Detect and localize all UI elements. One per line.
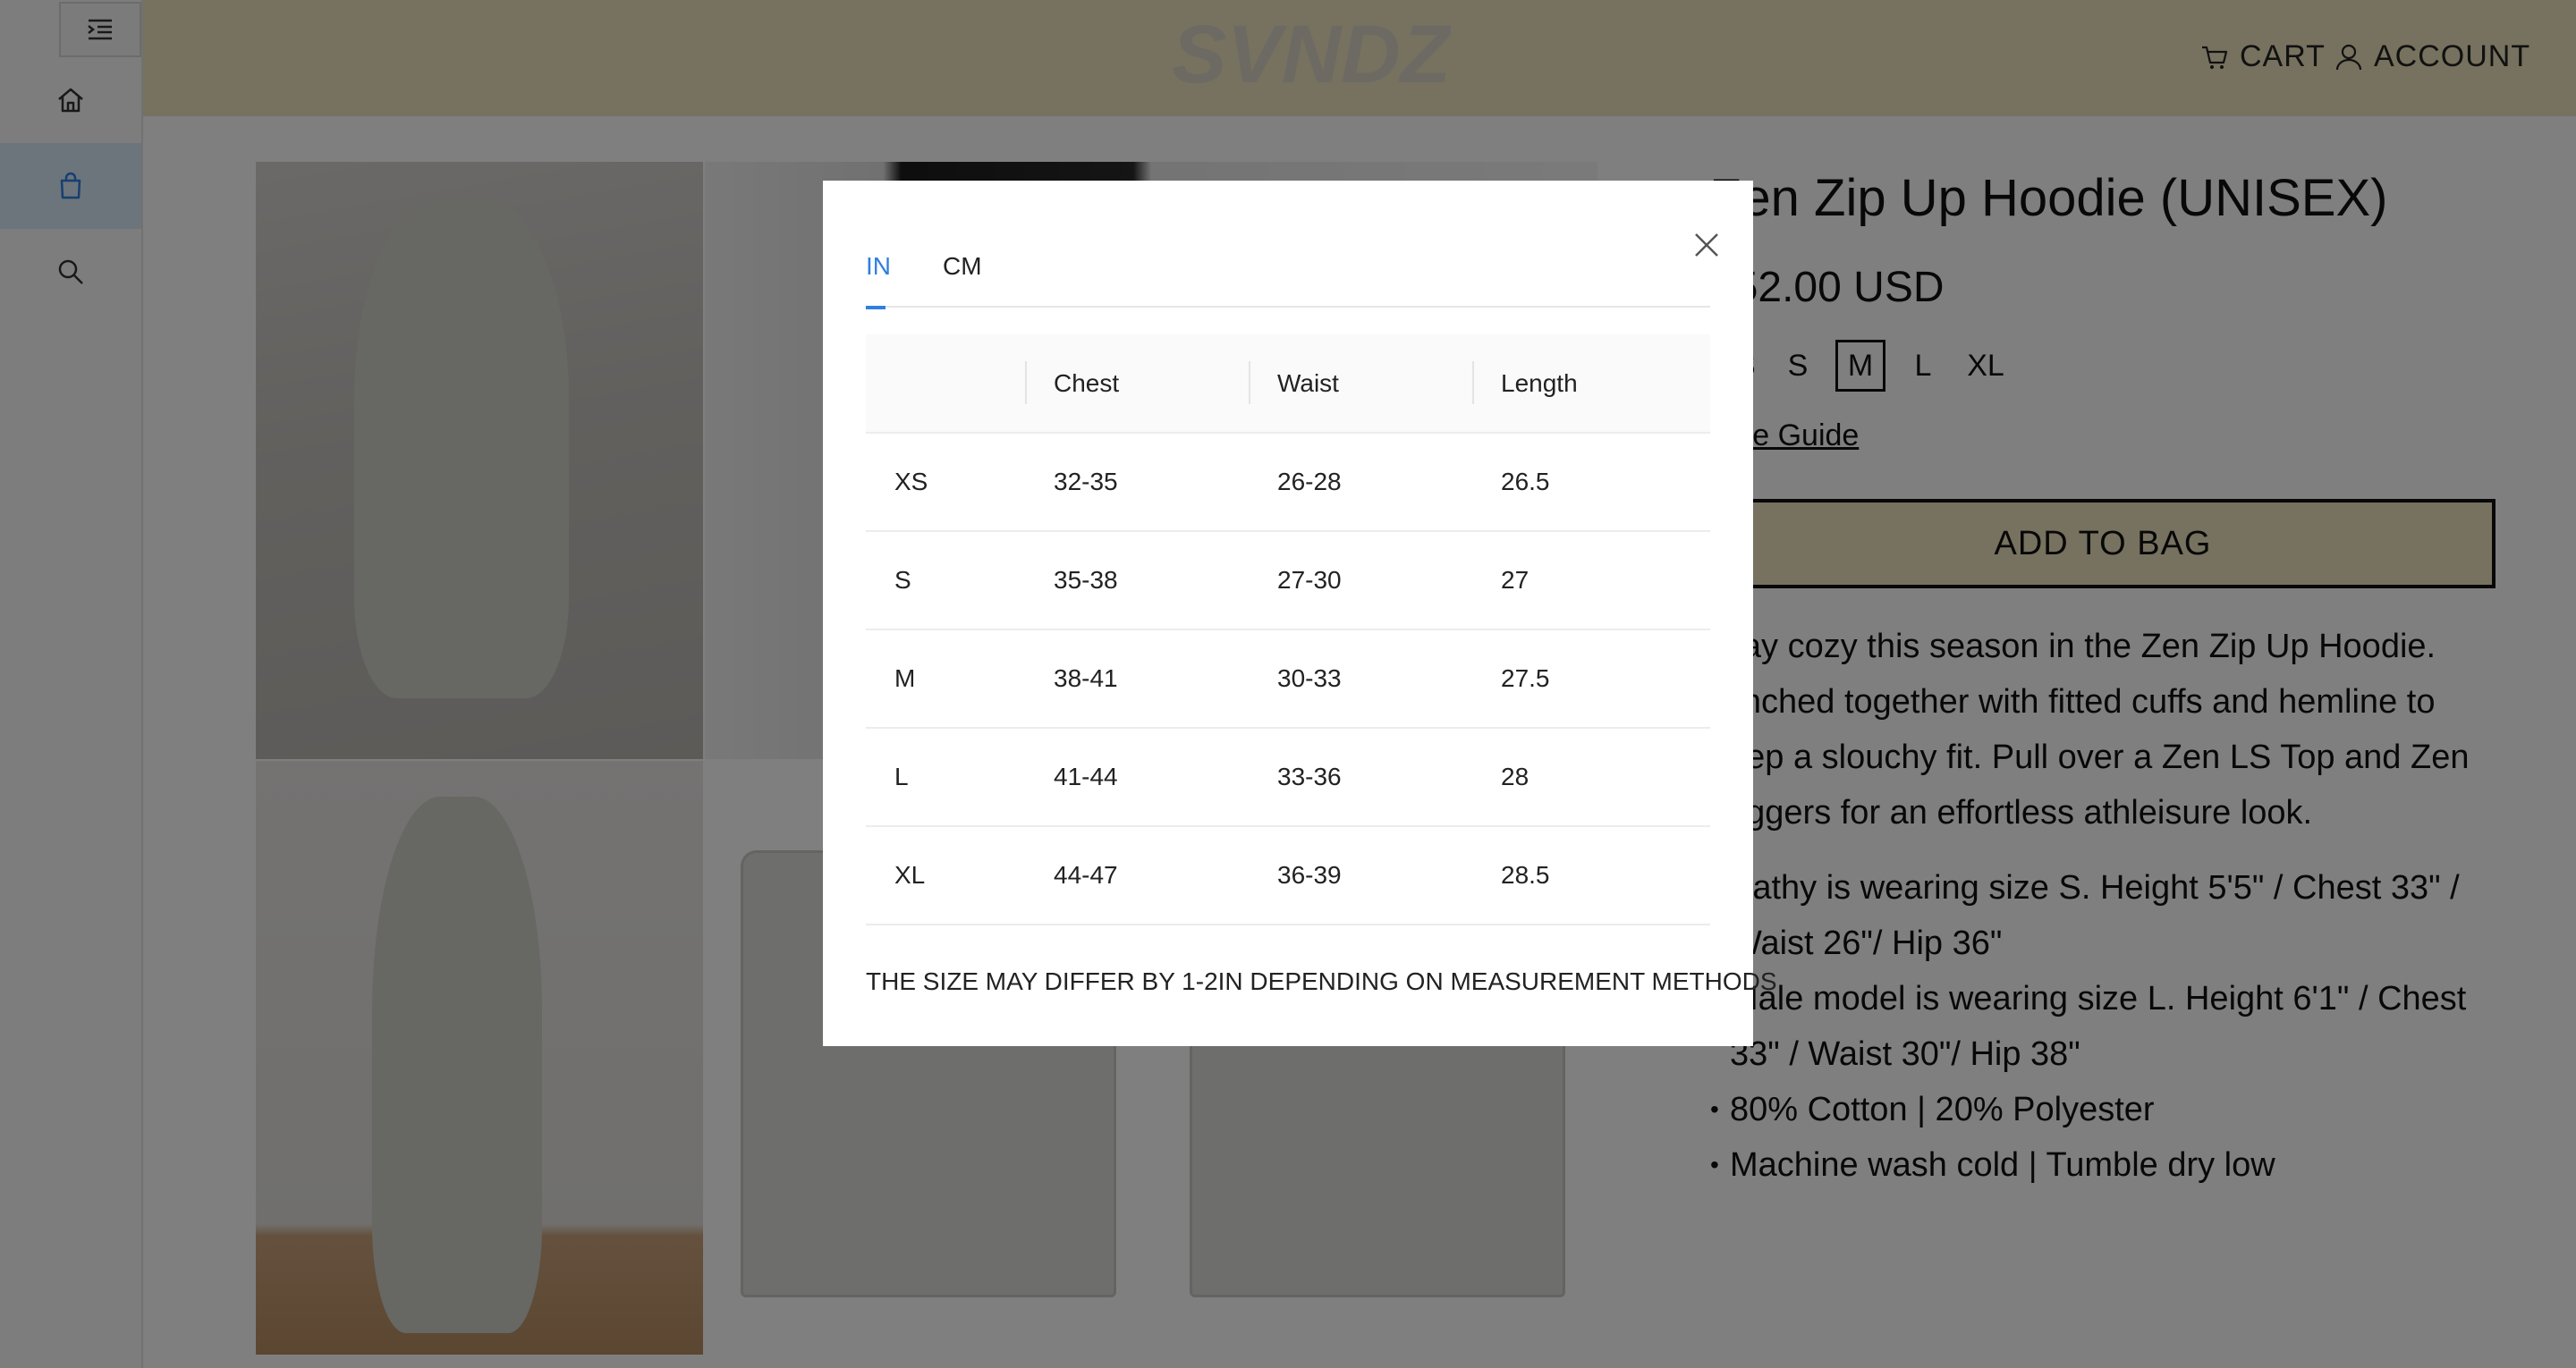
- table-cell: L: [866, 728, 1025, 827]
- table-cell: S: [866, 531, 1025, 630]
- table-row: M 38-41 30-33 27.5: [866, 629, 1710, 729]
- size-guide-modal: IN CM Chest Waist Length XS 32-35 26-28 …: [823, 181, 1777, 1046]
- table-cell: M: [866, 629, 1025, 729]
- table-cell: 36-39: [1249, 826, 1472, 925]
- table-row: XS 32-35 26-28 26.5: [866, 433, 1710, 532]
- table-header-row: Chest Waist Length: [866, 334, 1710, 434]
- table-cell: 41-44: [1025, 728, 1249, 827]
- table-row: XL 44-47 36-39 28.5: [866, 826, 1710, 925]
- size-table: Chest Waist Length XS 32-35 26-28 26.5 S…: [866, 334, 1710, 925]
- unit-tabs: IN CM: [866, 249, 1710, 309]
- table-cell: 28: [1472, 728, 1710, 827]
- tab-in[interactable]: IN: [866, 249, 891, 309]
- tab-cm[interactable]: CM: [943, 249, 982, 308]
- table-cell: 30-33: [1249, 629, 1472, 729]
- column-header: Waist: [1249, 334, 1472, 434]
- table-cell: 27: [1472, 531, 1710, 630]
- table-row: S 35-38 27-30 27: [866, 531, 1710, 630]
- table-cell: 32-35: [1025, 433, 1249, 532]
- column-header: Length: [1472, 334, 1710, 434]
- table-cell: XL: [866, 826, 1025, 925]
- table-row: L 41-44 33-36 28: [866, 728, 1710, 827]
- table-cell: 44-47: [1025, 826, 1249, 925]
- table-cell: 27-30: [1249, 531, 1472, 630]
- table-cell: XS: [866, 433, 1025, 532]
- measurement-note: THE SIZE MAY DIFFER BY 1-2IN DEPENDING O…: [866, 967, 1777, 995]
- table-cell: 26.5: [1472, 433, 1710, 532]
- table-cell: 28.5: [1472, 826, 1710, 925]
- column-header: Chest: [1025, 334, 1249, 434]
- table-cell: 27.5: [1472, 629, 1710, 729]
- column-header: [866, 334, 1025, 434]
- table-cell: 35-38: [1025, 531, 1249, 630]
- table-cell: 26-28: [1249, 433, 1472, 532]
- table-cell: 33-36: [1249, 728, 1472, 827]
- table-cell: 38-41: [1025, 629, 1249, 729]
